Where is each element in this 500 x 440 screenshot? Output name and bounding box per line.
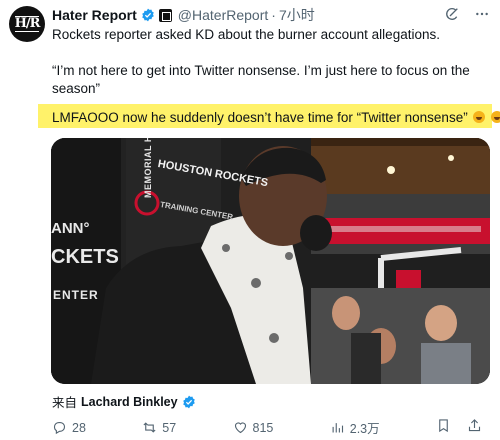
tweet-header: Hater Report @HaterReport · 7小时 [52,6,315,24]
action-bar: 28 57 815 2.3万 [52,418,482,437]
retweet-icon [143,422,156,433]
retweet-count: 57 [162,420,177,435]
tweet-text-line: Rockets reporter asked KD about the burn… [52,27,440,42]
like-count: 815 [252,420,274,435]
bookmark-icon[interactable] [436,418,451,433]
laughing-emoji-icon [491,111,500,123]
verified-badge-icon [182,395,195,408]
grok-icon[interactable] [444,6,460,22]
like-button[interactable]: 815 [233,418,274,437]
reply-icon [53,421,66,435]
views-button[interactable]: 2.3万 [330,418,380,437]
header-icons [444,6,490,22]
avatar[interactable]: H/R [9,6,45,42]
source-prefix: 来自 [52,396,78,410]
wall-text-2: CKETS [51,246,119,268]
wall-text-3: ENTER [53,288,99,302]
views-icon [332,423,343,433]
like-icon [234,422,246,434]
laughing-emoji-icon [473,111,486,123]
verified-badge-icon [142,8,154,22]
share-icon[interactable] [467,418,482,433]
avatar-text: H/R [14,16,40,32]
tweet-quote-line: “I’m not here to get into Twitter nonsen… [52,63,470,78]
views-count: 2.3万 [349,422,380,436]
source-name[interactable]: Lachard Binkley [81,395,178,409]
wall-text-1: ANN° [51,220,90,237]
author-handle[interactable]: @HaterReport [178,7,268,23]
video-media[interactable]: MEMORIAL HERMANN HOUSTON ROCKETS TRAININ… [51,138,490,384]
more-icon[interactable] [474,6,490,22]
reply-button[interactable]: 28 [52,418,86,437]
media-source: 来自 Lachard Binkley [52,392,196,411]
reply-count: 28 [72,420,86,435]
highlighted-text: LMFAOOO now he suddenly doesn’t have tim… [52,110,468,125]
timestamp[interactable]: 7小时 [279,5,315,25]
action-right-group [436,418,482,437]
banner-text-vertical: MEMORIAL HERMANN [143,138,153,198]
affiliate-badge-icon [158,8,172,22]
retweet-button[interactable]: 57 [142,418,176,437]
separator-dot: · [271,7,276,23]
highlighted-comment: LMFAOOO now he suddenly doesn’t have tim… [52,109,500,127]
author-name[interactable]: Hater Report [52,7,137,23]
tweet-quote-line-end: season” [52,81,101,96]
